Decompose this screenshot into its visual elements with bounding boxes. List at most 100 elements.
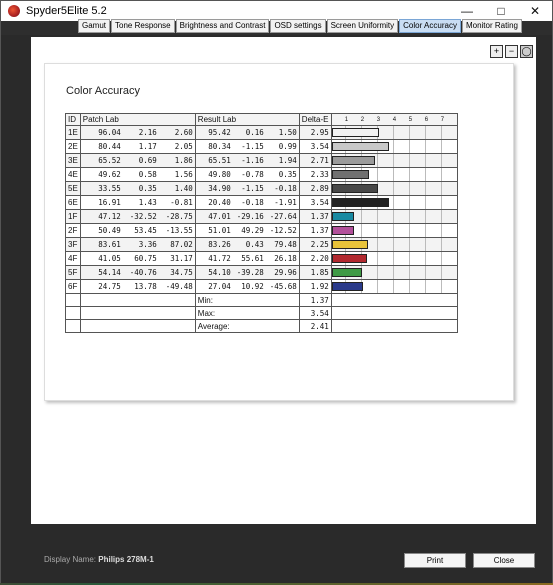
delta-e-bar bbox=[331, 226, 354, 235]
minimize-icon[interactable]: — bbox=[450, 1, 484, 21]
gridline bbox=[440, 126, 442, 139]
result-lab-value: -1.16 bbox=[241, 156, 264, 165]
delta-e-bar-cell bbox=[330, 237, 458, 252]
gridline bbox=[392, 238, 394, 251]
zoom-out-icon[interactable]: − bbox=[505, 45, 518, 58]
gridline bbox=[392, 196, 394, 209]
report-page: Color Accuracy ID Patch Lab Result Lab D… bbox=[44, 63, 514, 401]
patch-lab-value: 24.75 bbox=[98, 282, 121, 291]
patch-lab-value: 2.16 bbox=[138, 128, 157, 137]
delta-e-bar-cell bbox=[330, 153, 458, 168]
tab-osd-settings[interactable]: OSD settings bbox=[270, 19, 326, 33]
patch-lab: 83.61 3.36 87.02 bbox=[79, 237, 196, 252]
summary-blank bbox=[330, 319, 458, 333]
table-row: 4E 49.62 0.58 1.56 49.80 -0.78 0.35 2.33 bbox=[65, 167, 458, 182]
gridline bbox=[424, 266, 426, 279]
patch-lab-value: 83.61 bbox=[98, 240, 121, 249]
summary-label: Min: bbox=[194, 293, 300, 307]
patch-lab: 54.14 -40.76 34.75 bbox=[79, 265, 196, 280]
result-lab-value: 47.01 bbox=[208, 212, 231, 221]
patch-lab-value: 47.12 bbox=[98, 212, 121, 221]
delta-e-value: 1.37 bbox=[298, 223, 332, 238]
scale-tick-label: 7 bbox=[440, 116, 445, 123]
result-lab-value: -39.28 bbox=[236, 268, 264, 277]
tab-brightness-and-contrast[interactable]: Brightness and Contrast bbox=[175, 19, 270, 33]
patch-lab: 65.52 0.69 1.86 bbox=[79, 153, 196, 168]
delta-e-value: 2.20 bbox=[298, 251, 332, 266]
result-lab-value: 49.29 bbox=[241, 226, 264, 235]
summary-blank bbox=[79, 319, 196, 333]
gridline bbox=[424, 210, 426, 223]
result-lab-value: 54.10 bbox=[208, 268, 231, 277]
summary-blank bbox=[79, 293, 196, 307]
patch-lab-value: 54.14 bbox=[98, 268, 121, 277]
gridline bbox=[408, 182, 410, 195]
bar-area bbox=[331, 182, 457, 195]
result-lab-value: 51.01 bbox=[208, 226, 231, 235]
bar-area bbox=[331, 168, 457, 181]
result-lab-value: 29.96 bbox=[274, 268, 297, 277]
zoom-fit-icon[interactable]: ◯ bbox=[520, 45, 533, 58]
table-row: 4F 41.05 60.75 31.17 41.72 55.61 26.18 2.20 bbox=[65, 251, 458, 266]
patch-id: 6E bbox=[65, 195, 81, 210]
table-row: 1E 96.04 2.16 2.60 95.42 0.16 1.50 2.95 bbox=[65, 125, 458, 140]
result-lab-value: -0.18 bbox=[274, 184, 297, 193]
result-lab-value: 27.04 bbox=[208, 282, 231, 291]
result-lab-value: 79.48 bbox=[274, 240, 297, 249]
delta-e-value: 2.33 bbox=[298, 167, 332, 182]
gridline bbox=[392, 280, 394, 293]
bar-area bbox=[331, 154, 457, 167]
zoom-in-icon[interactable]: + bbox=[490, 45, 503, 58]
result-lab: 34.90 -1.15 -0.18 bbox=[194, 181, 300, 196]
delta-e-bar bbox=[331, 212, 354, 221]
patch-lab-value: 49.62 bbox=[98, 170, 121, 179]
scale-tick-label: 5 bbox=[408, 116, 413, 123]
patch-id: 5F bbox=[65, 265, 81, 280]
gridline bbox=[424, 224, 426, 237]
gridline bbox=[376, 238, 378, 251]
footer-bar: Display Name: Philips 278M-1 Print Close bbox=[1, 541, 552, 583]
tab-screen-uniformity[interactable]: Screen Uniformity bbox=[326, 19, 399, 33]
delta-e-value: 1.37 bbox=[298, 209, 332, 224]
patch-lab-value: 2.05 bbox=[174, 142, 193, 151]
gridline bbox=[408, 266, 410, 279]
gridline bbox=[424, 168, 426, 181]
result-lab-value: 10.92 bbox=[241, 282, 264, 291]
patch-id: 6F bbox=[65, 279, 81, 294]
delta-e-bar bbox=[331, 268, 362, 277]
summary-value: 2.41 bbox=[298, 319, 332, 333]
gridline bbox=[376, 210, 378, 223]
result-lab-value: 34.90 bbox=[208, 184, 231, 193]
tab-gamut[interactable]: Gamut bbox=[78, 19, 111, 33]
result-lab: 54.10 -39.28 29.96 bbox=[194, 265, 300, 280]
patch-lab-value: 3.36 bbox=[138, 240, 157, 249]
bar-area bbox=[331, 140, 457, 153]
tab-color-accuracy[interactable]: Color Accuracy bbox=[399, 19, 461, 33]
app-window: Spyder5Elite 5.2 — □ ✕ Gamut Tone Respons… bbox=[0, 0, 553, 583]
gridline bbox=[440, 154, 442, 167]
header-delta-e: Delta-E bbox=[298, 113, 332, 126]
bar-area bbox=[331, 126, 457, 139]
delta-e-value: 2.95 bbox=[298, 125, 332, 140]
delta-e-bar bbox=[331, 282, 363, 291]
tab-monitor-rating[interactable]: Monitor Rating bbox=[461, 19, 522, 33]
patch-id: 3E bbox=[65, 153, 81, 168]
window-title: Spyder5Elite 5.2 bbox=[26, 5, 107, 17]
print-button[interactable]: Print bbox=[404, 553, 466, 568]
delta-e-bar-cell bbox=[330, 279, 458, 294]
tab-tone-response[interactable]: Tone Response bbox=[111, 19, 175, 33]
header-patch-lab: Patch Lab bbox=[79, 113, 196, 126]
close-button[interactable]: Close bbox=[473, 553, 535, 568]
gridline bbox=[360, 210, 362, 223]
close-window-icon[interactable]: ✕ bbox=[518, 1, 552, 21]
result-lab-value: -12.52 bbox=[269, 226, 297, 235]
patch-lab-value: -28.75 bbox=[165, 212, 193, 221]
result-lab-value: 0.16 bbox=[245, 128, 264, 137]
gridline bbox=[408, 280, 410, 293]
maximize-icon[interactable]: □ bbox=[484, 1, 518, 21]
gridline bbox=[408, 168, 410, 181]
table-row: 5F 54.14 -40.76 34.75 54.10 -39.28 29.96 1.85 bbox=[65, 265, 458, 280]
result-lab-value: -45.68 bbox=[269, 282, 297, 291]
scale-tick-label: 1 bbox=[344, 116, 349, 123]
patch-lab: 33.55 0.35 1.40 bbox=[79, 181, 196, 196]
